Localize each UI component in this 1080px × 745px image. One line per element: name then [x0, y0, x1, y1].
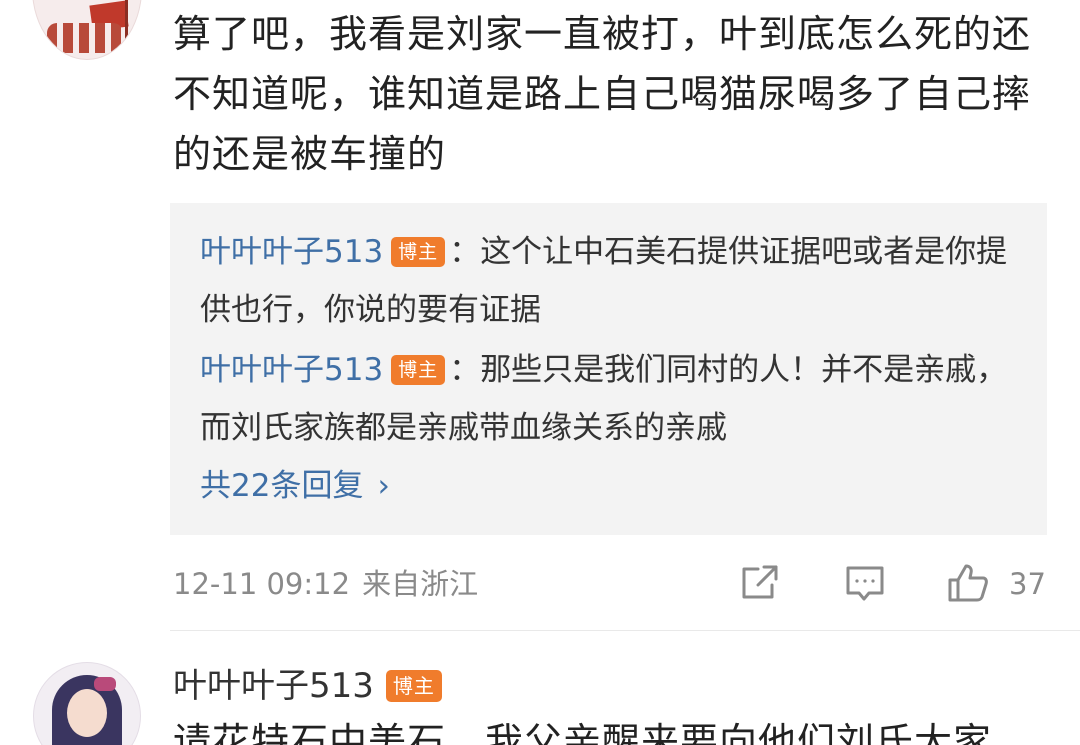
avatar[interactable] [33, 662, 141, 745]
reply-box[interactable]: 叶叶叶子513 博主 ：这个让中石美石提供证据吧或者是你提供也行，你说的要有证据 叶… [170, 203, 1047, 535]
reply-username[interactable]: 叶叶叶子513 [200, 352, 383, 388]
reply-separator: ： [449, 352, 481, 388]
like-count: 37 [1009, 567, 1046, 601]
reply-item[interactable]: 叶叶叶子513 博主 ：这个让中石美石提供证据吧或者是你提供也行，你说的要有证据 [200, 223, 1030, 339]
comment-meta: 12-11 09:12 来自浙江 [173, 562, 478, 606]
comment-text: 算了吧，我看是刘家一直被打，叶到底怎么死的还不知道呢，谁知道是路上自己喝猫尿喝多… [173, 12, 1032, 176]
username[interactable]: 叶叶叶子513 [173, 666, 374, 706]
like-button[interactable] [946, 561, 990, 605]
thumbs-up-icon [948, 564, 988, 602]
view-all-replies-label: 共22条回复 [200, 468, 364, 504]
flag-pole-graphic [125, 0, 128, 49]
comment-icon [846, 566, 884, 601]
reply-button[interactable] [843, 561, 887, 605]
divider [170, 630, 1080, 631]
avatar-bow-graphic [94, 677, 116, 691]
timestamp: 12-11 09:12 [173, 567, 351, 601]
weibo-comment-thread: 算了吧，我看是刘家一直被打，叶到底怎么死的还不知道呢，谁知道是路上自己喝猫尿喝多… [0, 0, 1080, 745]
chevron-right-icon: › [377, 468, 390, 504]
comment-author[interactable]: 叶叶叶子513 博主 [173, 664, 446, 708]
avatar[interactable] [32, 0, 142, 60]
share-icon [742, 565, 778, 599]
author-badge: 博主 [391, 237, 446, 267]
reply-username[interactable]: 叶叶叶子513 [200, 234, 383, 270]
share-button[interactable] [738, 561, 782, 605]
crowd-graphic [47, 23, 123, 53]
view-all-replies-link[interactable]: 共22条回复 › [200, 457, 390, 515]
author-badge: 博主 [385, 670, 442, 702]
reply-separator: ： [449, 234, 481, 270]
author-badge: 博主 [391, 355, 446, 385]
reply-item[interactable]: 叶叶叶子513 博主 ：那些只是我们同村的人！并不是亲戚，而刘氏家族都是亲戚带血缘关… [200, 341, 1030, 457]
comment-text: 请花特石中美石，我父亲醒来要向他们刘氏大家 [173, 720, 993, 745]
avatar-face-graphic [67, 689, 107, 737]
location: 来自浙江 [362, 567, 479, 601]
